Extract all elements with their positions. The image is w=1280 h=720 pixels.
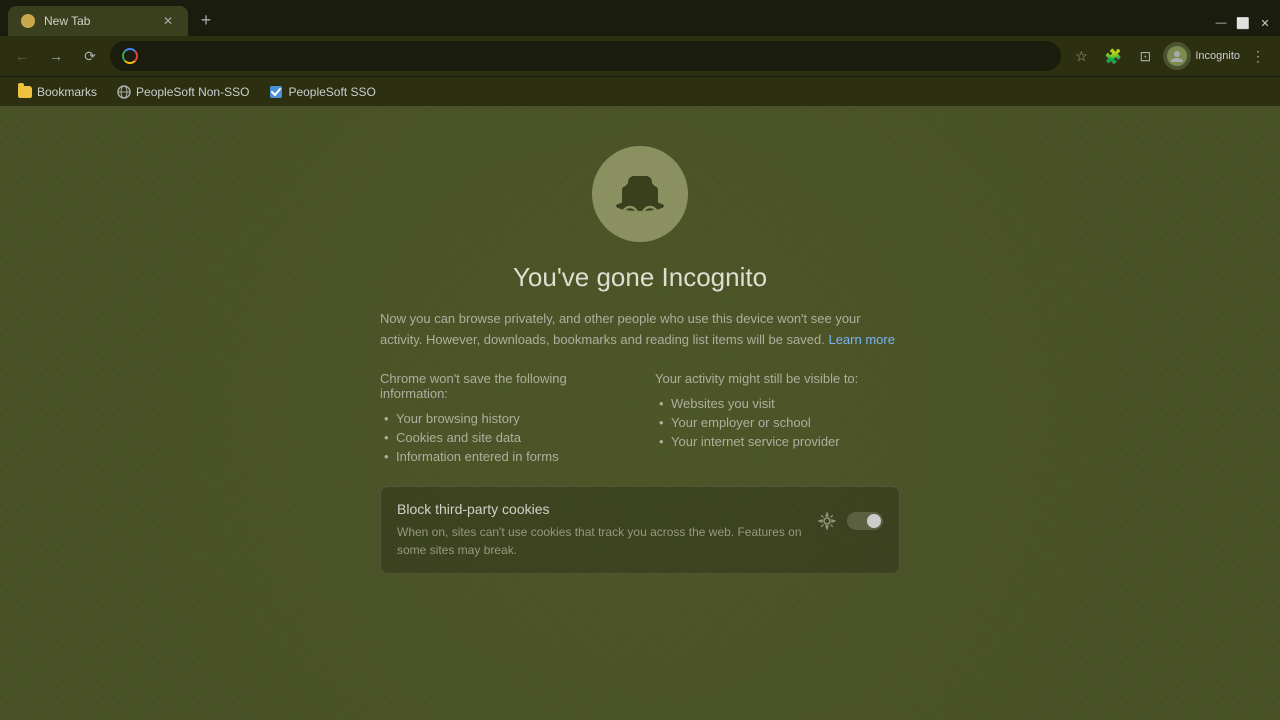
- extension-puzzle-button[interactable]: 🧩: [1099, 42, 1127, 70]
- maximize-button[interactable]: ⬜: [1236, 16, 1250, 30]
- nav-actions: ☆ 🧩 ⊡ Incognito ⋮: [1067, 42, 1272, 70]
- list-item-employer: Your employer or school: [655, 413, 900, 432]
- bookmark-peoplesoft-nonsso[interactable]: PeopleSoft Non-SSO: [109, 82, 257, 102]
- list-item-websites: Websites you visit: [655, 394, 900, 413]
- profile-name-label: Incognito: [1195, 50, 1240, 62]
- peoplesoft-sso-label: PeopleSoft SSO: [288, 85, 375, 99]
- chrome-wont-save-col: Chrome won't save the following informat…: [380, 371, 625, 466]
- reload-button[interactable]: ⟳: [76, 42, 104, 70]
- list-item-isp: Your internet service provider: [655, 432, 900, 451]
- peoplesoft-nonsso-label: PeopleSoft Non-SSO: [136, 85, 249, 99]
- forward-button[interactable]: →: [42, 42, 70, 70]
- navigation-bar: ← → ⟳ ☆ 🧩 ⊡ Incognito ⋮: [0, 36, 1280, 76]
- list-item-cookies: Cookies and site data: [380, 428, 625, 447]
- active-tab[interactable]: New Tab ✕: [8, 6, 188, 36]
- new-tab-button[interactable]: +: [192, 6, 220, 34]
- tab-search-button[interactable]: ⊡: [1131, 42, 1159, 70]
- cookies-content: Block third-party cookies When on, sites…: [397, 501, 803, 559]
- address-bar[interactable]: [110, 41, 1061, 71]
- more-options-button[interactable]: ⋮: [1244, 42, 1272, 70]
- gear-icon: [818, 512, 836, 530]
- cookies-actions: [815, 509, 883, 533]
- incognito-title: You've gone Incognito: [380, 262, 900, 293]
- list-item-browsing-history: Your browsing history: [380, 409, 625, 428]
- folder-icon: [18, 86, 32, 98]
- activity-visible-list: Websites you visit Your employer or scho…: [655, 394, 900, 451]
- globe-icon: [117, 85, 131, 99]
- bookmark-star-button[interactable]: ☆: [1067, 42, 1095, 70]
- profile-button[interactable]: [1163, 42, 1191, 70]
- tab-close-button[interactable]: ✕: [160, 13, 176, 29]
- title-bar: New Tab ✕ + — ⬜ ✕: [0, 0, 1280, 36]
- incognito-card: You've gone Incognito Now you can browse…: [380, 146, 900, 574]
- window-controls: — ⬜ ✕: [1214, 16, 1272, 36]
- learn-more-link[interactable]: Learn more: [828, 332, 894, 347]
- tab-title: New Tab: [44, 14, 152, 28]
- bookmarks-label: Bookmarks: [37, 85, 97, 99]
- google-icon: [122, 48, 138, 64]
- incognito-icon-wrapper: [380, 146, 900, 242]
- bookmark-peoplesoft-sso[interactable]: PeopleSoft SSO: [261, 82, 383, 102]
- checkbox-icon: [269, 85, 283, 99]
- cookies-box: Block third-party cookies When on, sites…: [380, 486, 900, 574]
- incognito-hat-icon: [610, 164, 670, 224]
- bookmarks-bar: Bookmarks PeopleSoft Non-SSO PeopleSoft …: [0, 76, 1280, 106]
- minimize-button[interactable]: —: [1214, 16, 1228, 30]
- incognito-description: Now you can browse privately, and other …: [380, 309, 900, 351]
- cookies-toggle[interactable]: [847, 512, 883, 530]
- incognito-icon-circle: [592, 146, 688, 242]
- list-item-forms: Information entered in forms: [380, 447, 625, 466]
- toggle-knob: [867, 514, 881, 528]
- bookmarks-folder[interactable]: Bookmarks: [10, 82, 105, 102]
- back-button[interactable]: ←: [8, 42, 36, 70]
- avatar: [1167, 46, 1187, 66]
- chrome-wont-save-title: Chrome won't save the following informat…: [380, 371, 625, 401]
- activity-visible-col: Your activity might still be visible to:…: [655, 371, 900, 466]
- chrome-wont-save-list: Your browsing history Cookies and site d…: [380, 409, 625, 466]
- cookies-description: When on, sites can't use cookies that tr…: [397, 523, 803, 559]
- cookies-settings-button[interactable]: [815, 509, 839, 533]
- cookies-title: Block third-party cookies: [397, 501, 803, 517]
- main-content: You've gone Incognito Now you can browse…: [0, 106, 1280, 720]
- info-columns: Chrome won't save the following informat…: [380, 371, 900, 466]
- close-window-button[interactable]: ✕: [1258, 16, 1272, 30]
- activity-visible-title: Your activity might still be visible to:: [655, 371, 900, 386]
- tab-favicon: [20, 13, 36, 29]
